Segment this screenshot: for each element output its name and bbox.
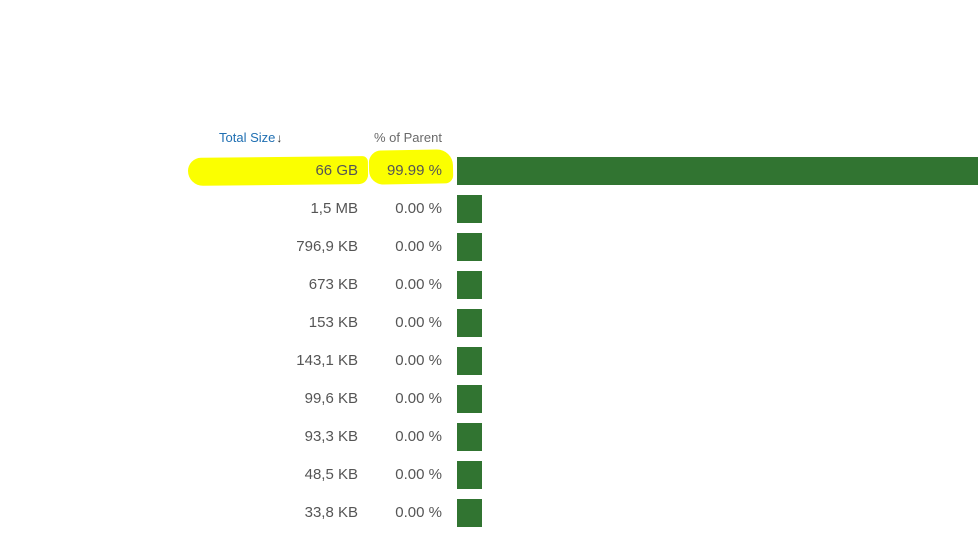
percent-bar-track: [457, 385, 978, 413]
sort-descending-icon: ↓: [276, 131, 283, 145]
percent-of-parent-cell: 0.00 %: [395, 428, 442, 445]
percent-bar-track: [457, 233, 978, 261]
table-row[interactable]: 143,1 KB 0.00 %: [0, 347, 978, 385]
percent-bar-track: [457, 309, 978, 337]
percent-bar-track: [457, 157, 978, 185]
percent-of-parent-column-header[interactable]: % of Parent: [374, 130, 442, 145]
percent-bar-track: [457, 499, 978, 527]
total-size-cell: 48,5 KB: [304, 466, 358, 483]
percent-bar: [457, 423, 482, 451]
total-size-cell: 153 KB: [308, 314, 358, 331]
total-size-cell: 796,9 KB: [296, 238, 358, 255]
total-size-cell: 1,5 MB: [310, 200, 358, 217]
percent-bar: [457, 461, 482, 489]
table-row[interactable]: 66 GB 99.99 %: [0, 157, 978, 195]
percent-bar: [457, 347, 482, 375]
percent-bar: [457, 233, 482, 261]
table-row[interactable]: 673 KB 0.00 %: [0, 271, 978, 309]
table-row[interactable]: 33,8 KB 0.00 %: [0, 499, 978, 537]
table-row[interactable]: 796,9 KB 0.00 %: [0, 233, 978, 271]
percent-of-parent-cell: 0.00 %: [395, 238, 442, 255]
percent-of-parent-cell: 0.00 %: [395, 200, 442, 217]
total-size-cell: 93,3 KB: [304, 428, 358, 445]
percent-of-parent-cell: 0.00 %: [395, 314, 442, 331]
percent-bar: [457, 385, 482, 413]
percent-bar-track: [457, 461, 978, 489]
table-row[interactable]: 99,6 KB 0.00 %: [0, 385, 978, 423]
percent-of-parent-cell: 0.00 %: [395, 276, 442, 293]
percent-bar-track: [457, 347, 978, 375]
percent-of-parent-cell: 99.99 %: [386, 162, 442, 179]
table-row[interactable]: 48,5 KB 0.00 %: [0, 461, 978, 499]
percent-of-parent-cell: 0.00 %: [395, 352, 442, 369]
table-row[interactable]: 1,5 MB 0.00 %: [0, 195, 978, 233]
percent-bar-track: [457, 271, 978, 299]
percent-bar: [457, 271, 482, 299]
percent-bar: [457, 157, 978, 185]
percent-bar: [457, 499, 482, 527]
total-size-cell: 66 GB: [315, 162, 358, 179]
total-size-cell: 143,1 KB: [296, 352, 358, 369]
percent-bar: [457, 309, 482, 337]
percent-bar-track: [457, 195, 978, 223]
percent-of-parent-cell: 0.00 %: [395, 466, 442, 483]
table-row[interactable]: 153 KB 0.00 %: [0, 309, 978, 347]
percent-bar: [457, 195, 482, 223]
table-row[interactable]: 93,3 KB 0.00 %: [0, 423, 978, 461]
total-size-cell: 99,6 KB: [304, 390, 358, 407]
percent-bar-track: [457, 423, 978, 451]
total-size-header-label: Total Size: [219, 130, 276, 145]
total-size-cell: 673 KB: [308, 276, 358, 293]
percent-of-parent-cell: 0.00 %: [395, 390, 442, 407]
total-size-column-header[interactable]: Total Size↓: [219, 130, 282, 145]
